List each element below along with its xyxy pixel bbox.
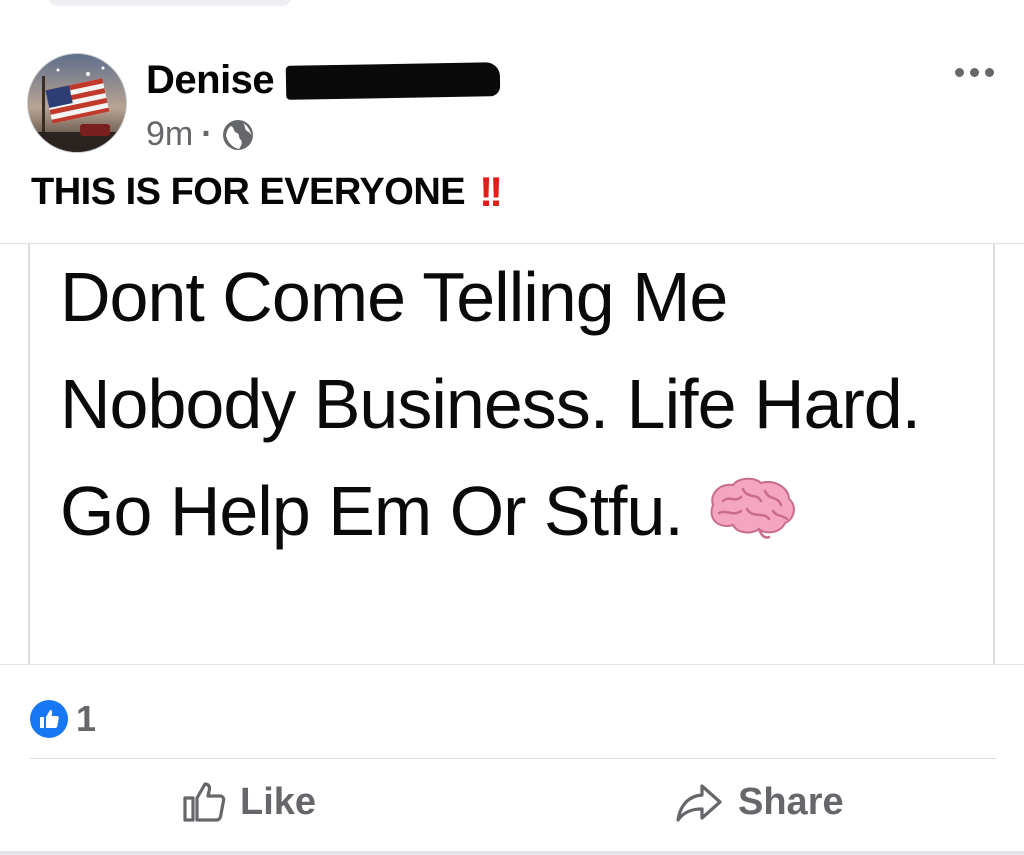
share-label: Share (738, 780, 844, 823)
globe-icon (222, 119, 253, 150)
meta-separator: · (201, 115, 213, 153)
author-name-row[interactable]: Denise (146, 58, 501, 103)
search-bar-edge[interactable] (48, 0, 292, 6)
avatar-flag-image (28, 54, 126, 152)
more-options-icon[interactable] (955, 68, 994, 77)
reactions-summary[interactable]: 1 (30, 698, 96, 740)
author-avatar[interactable] (27, 53, 127, 153)
reaction-count: 1 (76, 698, 97, 739)
caption-text: THIS IS FOR EVERYONE (31, 170, 466, 213)
post-bottom-border (0, 851, 1024, 855)
divider (30, 758, 996, 759)
author-name[interactable]: Denise (146, 58, 275, 103)
double-exclamation-emoji: !! (479, 168, 503, 215)
thumbs-up-badge-icon (30, 700, 68, 738)
like-button[interactable]: Like (180, 778, 316, 826)
like-label: Like (240, 780, 317, 823)
share-arrow-icon (676, 784, 722, 822)
post-timestamp[interactable]: 9m (146, 115, 193, 154)
thumbs-up-icon (183, 782, 226, 822)
post-caption: THIS IS FOR EVERYONE !! (31, 168, 503, 216)
share-button[interactable]: Share (674, 778, 844, 826)
post-meta: 9m · (146, 115, 255, 154)
redacted-surname (285, 61, 501, 100)
post-image[interactable]: Dont Come Telling Me Nobody Business. Li… (28, 244, 995, 665)
post-actions: Like Share (0, 770, 1024, 846)
image-quote: Dont Come Telling Me Nobody Business. Li… (60, 244, 960, 565)
divider (0, 664, 1024, 665)
brain-emoji (710, 477, 796, 539)
